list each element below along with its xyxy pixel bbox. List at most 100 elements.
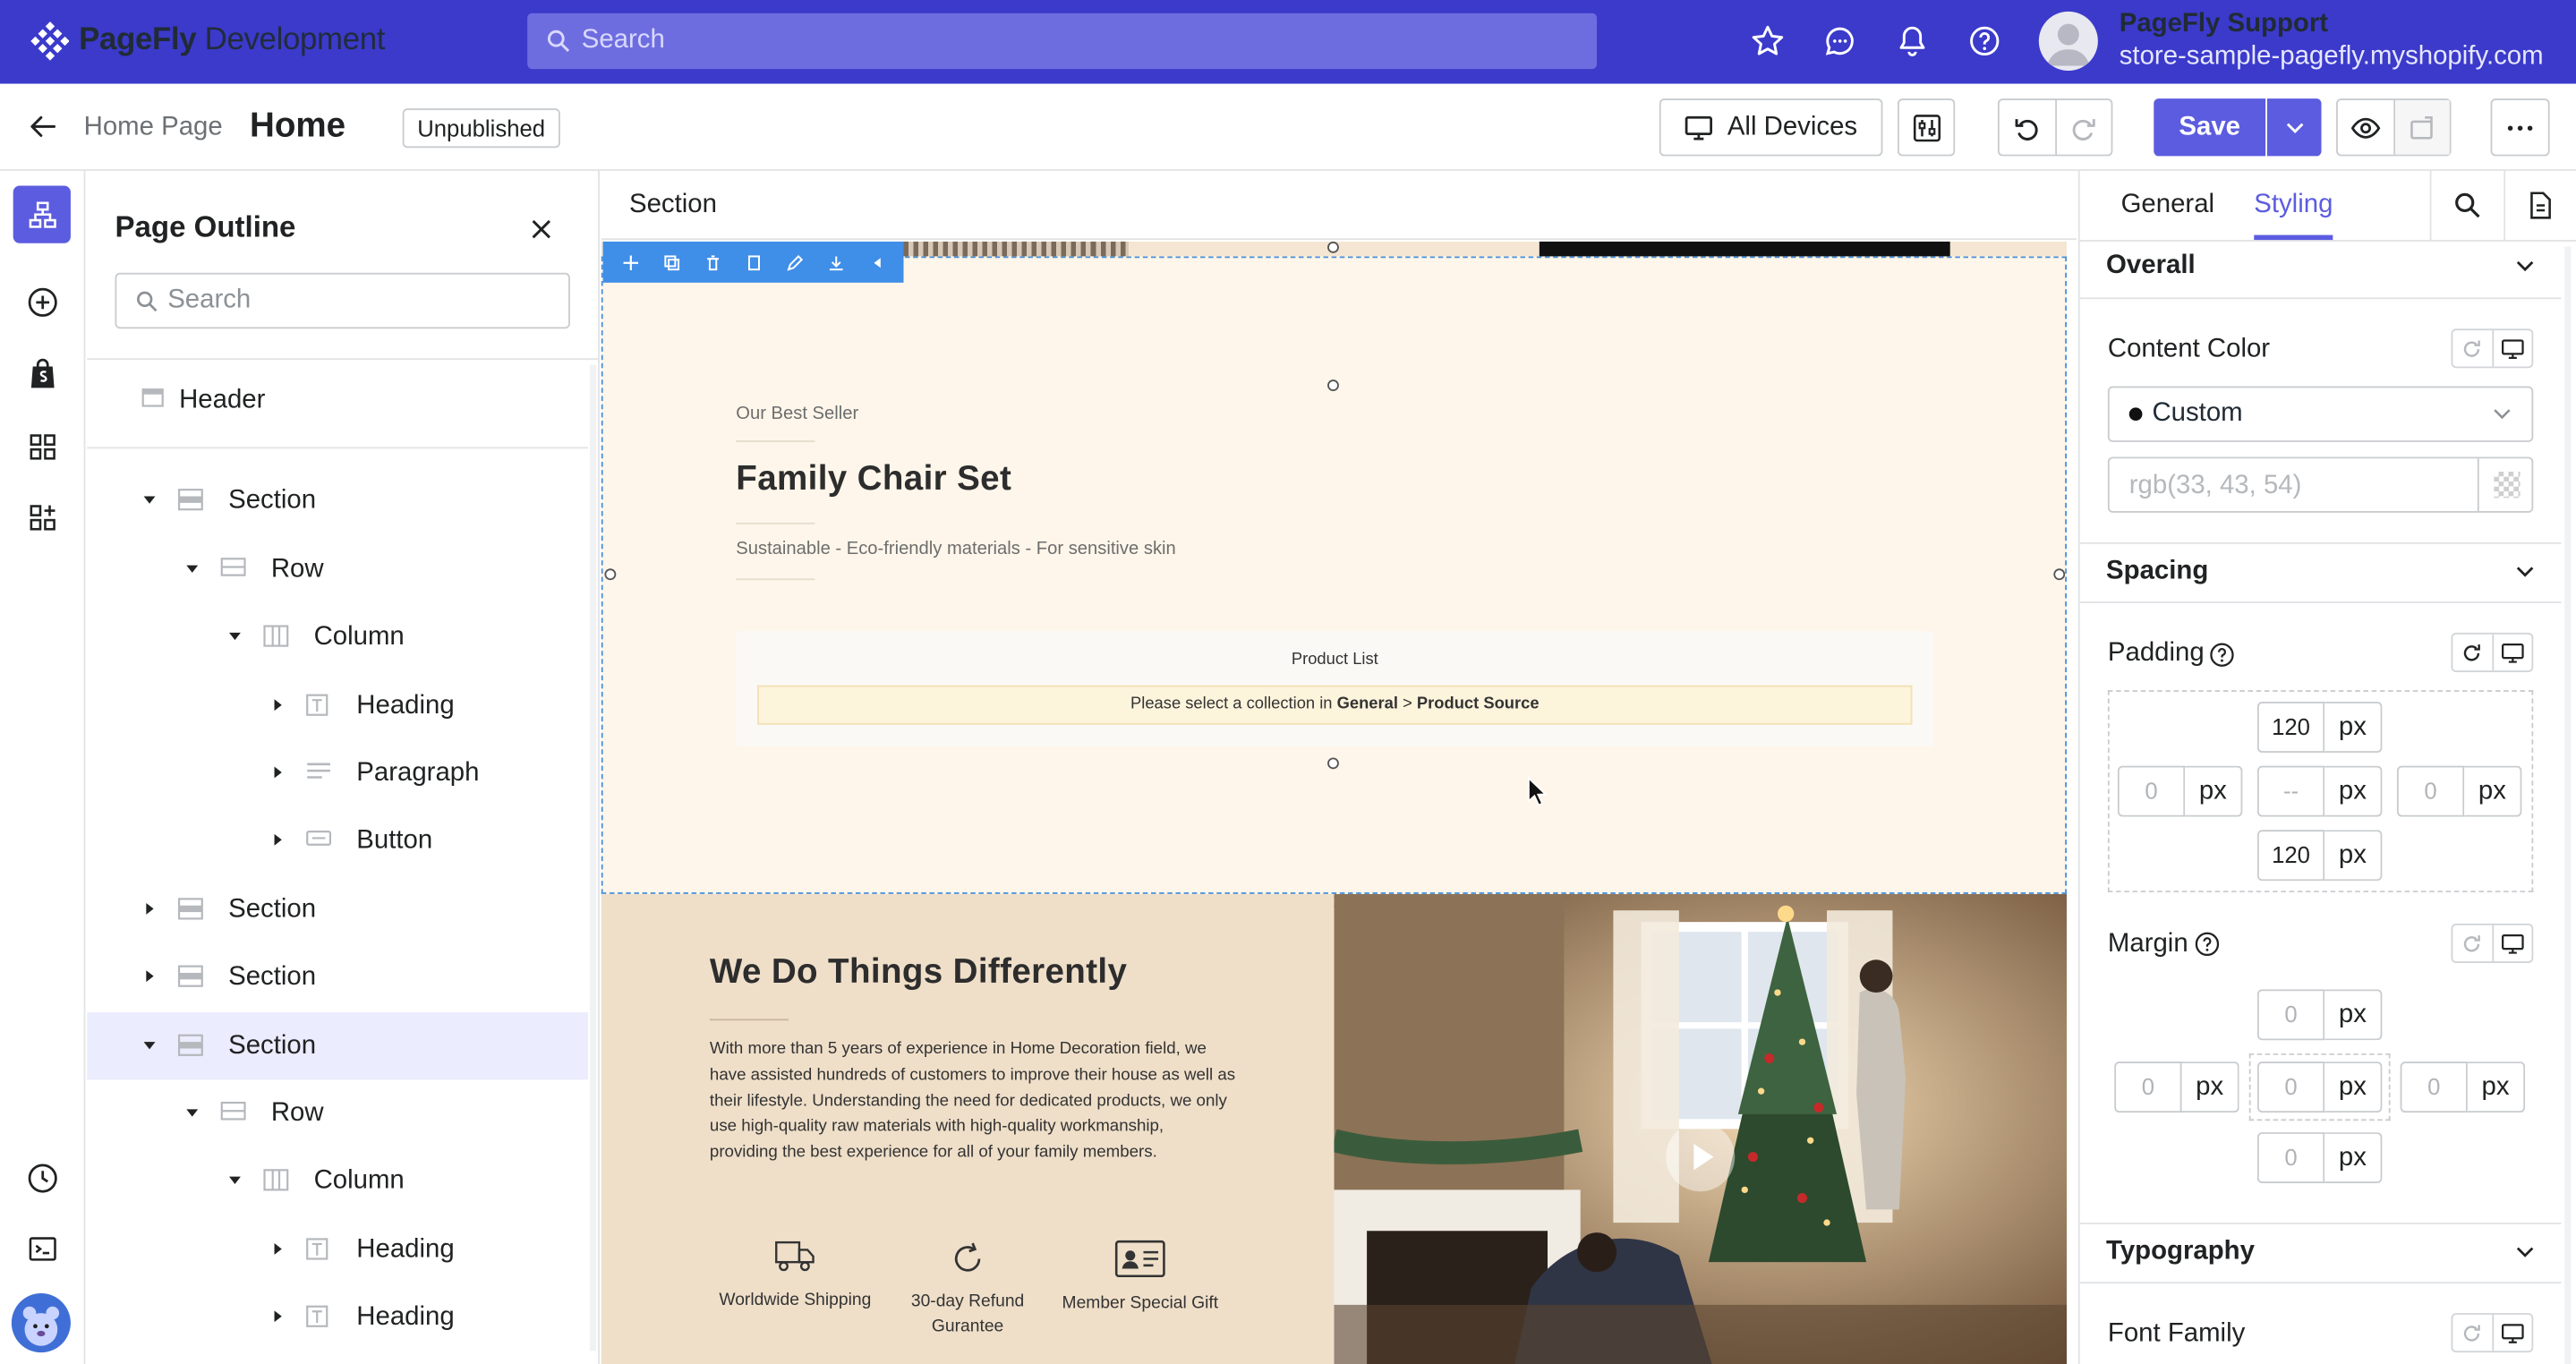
history-tool[interactable] <box>25 1160 61 1196</box>
margin-right-input[interactable]: 0 <box>2400 1061 2468 1113</box>
resize-handle-top[interactable] <box>1327 241 1339 253</box>
device-selector-button[interactable]: All Devices <box>1659 98 1883 157</box>
caret-right-icon[interactable] <box>269 696 286 712</box>
outline-item-heading[interactable]: Heading <box>87 671 588 738</box>
hero-eyebrow[interactable]: Our Best Seller <box>736 405 858 424</box>
margin-all-input[interactable]: 0 <box>2256 1061 2325 1113</box>
caret-right-icon[interactable] <box>141 968 158 985</box>
undo-button[interactable] <box>2000 100 2057 155</box>
account-name[interactable]: PageFly Support <box>2120 10 2328 39</box>
outline-item-row[interactable]: Row <box>87 535 588 602</box>
device-toggle-button[interactable] <box>2491 330 2531 367</box>
outline-scrollbar[interactable] <box>589 364 597 1351</box>
margin-bottom-unit[interactable]: px <box>2324 1132 2383 1184</box>
apps-tool[interactable] <box>25 499 61 535</box>
copy-icon[interactable] <box>745 254 761 270</box>
save-options-dropdown[interactable] <box>2266 98 2322 157</box>
margin-left-unit[interactable]: px <box>2181 1061 2239 1113</box>
tab-styling[interactable]: Styling <box>2254 191 2333 220</box>
padding-bottom-input[interactable]: 120 <box>2256 830 2325 882</box>
bell-icon[interactable] <box>1894 23 1930 59</box>
device-toggle-button[interactable] <box>2491 925 2531 962</box>
caret-down-icon[interactable] <box>184 1104 200 1121</box>
typography-section-header[interactable]: Typography <box>2079 1223 2562 1284</box>
mascot-avatar[interactable] <box>11 1293 71 1353</box>
resize-handle-left[interactable] <box>604 568 617 581</box>
padding-left-input[interactable]: 0 <box>2117 765 2186 817</box>
tab-general[interactable]: General <box>2121 191 2214 220</box>
add-element-tool[interactable] <box>25 285 61 320</box>
color-swatch-button[interactable] <box>2477 458 2533 512</box>
padding-right-unit[interactable]: px <box>2464 765 2522 817</box>
edit-style-icon[interactable] <box>786 254 803 270</box>
padding-all-unit[interactable]: px <box>2324 765 2383 817</box>
more-actions-button[interactable] <box>2490 98 2550 157</box>
feature-shipping[interactable]: Worldwide Shipping <box>704 1239 885 1313</box>
caret-right-icon[interactable] <box>269 1240 286 1257</box>
layout-settings-button[interactable] <box>1897 98 1956 157</box>
caret-down-icon[interactable] <box>184 560 200 576</box>
about-body[interactable]: With more than 5 years of experience in … <box>710 1037 1235 1167</box>
pagefly-logo[interactable]: PageFly Development <box>30 21 385 61</box>
margin-top-unit[interactable]: px <box>2324 989 2383 1041</box>
hero-title[interactable]: Family Chair Set <box>736 460 1011 499</box>
content-color-mode-select[interactable]: Custom <box>2107 386 2534 442</box>
margin-top-input[interactable]: 0 <box>2256 989 2325 1041</box>
caret-right-icon[interactable] <box>141 900 158 916</box>
chat-icon[interactable] <box>1822 23 1858 59</box>
account-store-domain[interactable]: store-sample-pagefly.myshopify.com <box>2120 43 2544 72</box>
padding-all-input[interactable]: -- <box>2256 765 2325 817</box>
breadcrumb-home-page[interactable]: Home Page <box>84 114 223 143</box>
padding-bottom-unit[interactable]: px <box>2324 830 2383 882</box>
christmas-video-thumbnail[interactable] <box>1334 893 2068 1364</box>
shopify-tool[interactable] <box>25 356 61 392</box>
padding-handle-bottom[interactable] <box>1327 757 1339 770</box>
account-avatar[interactable] <box>2038 11 2098 71</box>
outline-item-section[interactable]: Section <box>87 1011 589 1079</box>
margin-bottom-input[interactable]: 0 <box>2256 1132 2325 1184</box>
code-tool[interactable] <box>25 1231 61 1266</box>
help-icon[interactable] <box>2193 930 2221 958</box>
feature-gift[interactable]: Member Special Gift <box>1050 1239 1231 1316</box>
content-color-input[interactable]: rgb(33, 43, 54) <box>2107 456 2534 513</box>
overall-section-header[interactable]: Overall <box>2079 238 2562 300</box>
outline-item-heading[interactable]: Heading <box>87 1283 588 1351</box>
caret-down-icon[interactable] <box>141 492 158 508</box>
padding-top-input[interactable]: 120 <box>2256 702 2325 753</box>
caret-right-icon[interactable] <box>269 1309 286 1325</box>
device-toggle-button[interactable] <box>2491 634 2531 671</box>
page-outline-tool[interactable] <box>13 185 71 243</box>
play-button[interactable] <box>1666 1122 1736 1192</box>
elements-grid-tool[interactable] <box>25 429 61 465</box>
inspector-scrollbar[interactable] <box>2564 246 2572 1364</box>
selected-section[interactable] <box>601 256 2068 894</box>
collapse-toolbar-icon[interactable] <box>868 254 884 270</box>
feature-refund[interactable]: 30-day Refund Gurantee <box>877 1239 1058 1339</box>
outline-item-section[interactable]: Section <box>87 467 588 534</box>
caret-right-icon[interactable] <box>269 764 286 780</box>
outline-item-section[interactable]: Section <box>87 943 588 1010</box>
global-search-input[interactable]: Search <box>527 13 1598 70</box>
padding-handle-top[interactable] <box>1327 379 1339 392</box>
duplicate-icon[interactable] <box>663 254 679 270</box>
help-icon[interactable] <box>1966 23 2002 59</box>
preview-button[interactable] <box>2338 100 2395 155</box>
padding-top-unit[interactable]: px <box>2324 702 2383 753</box>
padding-left-unit[interactable]: px <box>2185 765 2243 817</box>
save-button[interactable]: Save <box>2154 98 2266 157</box>
star-icon[interactable] <box>1750 23 1786 59</box>
outline-item-paragraph[interactable]: Paragraph <box>87 739 588 806</box>
document-icon[interactable] <box>2529 191 2554 220</box>
device-toggle-button[interactable] <box>2491 1314 2531 1351</box>
margin-right-unit[interactable]: px <box>2467 1061 2526 1113</box>
reset-button[interactable] <box>2452 635 2491 670</box>
caret-down-icon[interactable] <box>226 1172 243 1189</box>
outline-item-column[interactable]: Column <box>87 603 588 670</box>
outline-item-row[interactable]: Row <box>87 1079 588 1147</box>
redo-button[interactable] <box>2056 100 2111 155</box>
outline-item-heading[interactable]: Heading <box>87 1215 588 1283</box>
hero-subtitle[interactable]: Sustainable - Eco-friendly materials - F… <box>736 539 1175 558</box>
back-arrow-icon[interactable] <box>28 112 57 141</box>
about-title[interactable]: We Do Things Differently <box>710 953 1127 993</box>
margin-all-unit[interactable]: px <box>2324 1061 2383 1113</box>
